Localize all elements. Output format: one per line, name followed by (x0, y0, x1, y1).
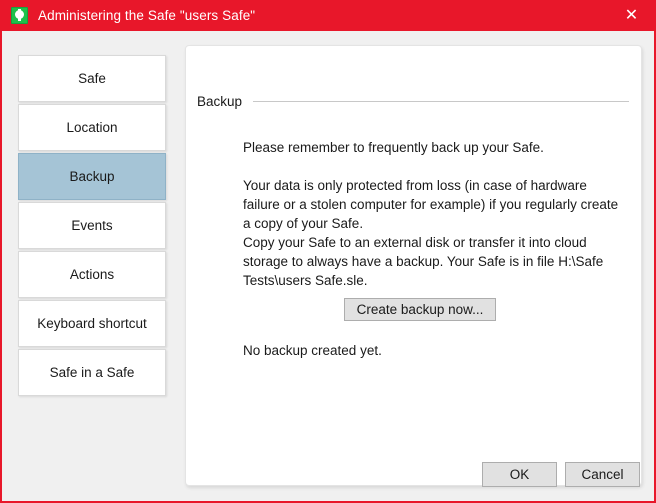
create-backup-button[interactable]: Create backup now... (344, 298, 497, 321)
safe-icon (11, 7, 28, 24)
cancel-button[interactable]: Cancel (565, 462, 640, 487)
backup-explanation-text: Your data is only protected from loss (i… (243, 176, 623, 233)
sidebar-item-safe[interactable]: Safe (18, 55, 166, 102)
sidebar-item-label: Safe (78, 71, 106, 86)
backup-status-text: No backup created yet. (243, 343, 623, 358)
ok-button[interactable]: OK (482, 462, 557, 487)
sidebar-item-label: Backup (69, 169, 114, 184)
sidebar-item-events[interactable]: Events (18, 202, 166, 249)
sidebar-item-label: Actions (70, 267, 114, 282)
backup-intro-text: Please remember to frequently back up yo… (243, 138, 623, 157)
sidebar-item-label: Location (66, 120, 117, 135)
window-title: Administering the Safe "users Safe" (38, 8, 255, 23)
dialog-body: Safe Location Backup Events Actions Keyb… (2, 31, 654, 499)
sidebar-item-actions[interactable]: Actions (18, 251, 166, 298)
dialog-window: Administering the Safe "users Safe" ✕ Sa… (0, 0, 656, 503)
sidebar-item-keyboard-shortcut[interactable]: Keyboard shortcut (18, 300, 166, 347)
paragraph-spacer (243, 157, 623, 176)
main-panel: Backup Please remember to frequently bac… (185, 45, 642, 486)
create-backup-row: Create backup now... (243, 298, 623, 321)
group-divider (253, 101, 629, 102)
group-header: Backup (197, 94, 629, 109)
sidebar-item-location[interactable]: Location (18, 104, 166, 151)
backup-location-text: Copy your Safe to an external disk or tr… (243, 233, 623, 290)
sidebar-item-safe-in-a-safe[interactable]: Safe in a Safe (18, 349, 166, 396)
sidebar-item-label: Events (71, 218, 112, 233)
sidebar-item-label: Keyboard shortcut (37, 316, 147, 331)
group-title: Backup (197, 94, 242, 109)
close-icon[interactable]: ✕ (609, 0, 654, 31)
dialog-footer: OK Cancel (482, 462, 640, 487)
sidebar-item-backup[interactable]: Backup (18, 153, 166, 200)
sidebar-item-label: Safe in a Safe (50, 365, 135, 380)
title-bar: Administering the Safe "users Safe" ✕ (2, 0, 654, 31)
sidebar: Safe Location Backup Events Actions Keyb… (18, 55, 166, 398)
backup-content: Please remember to frequently back up yo… (243, 138, 623, 358)
